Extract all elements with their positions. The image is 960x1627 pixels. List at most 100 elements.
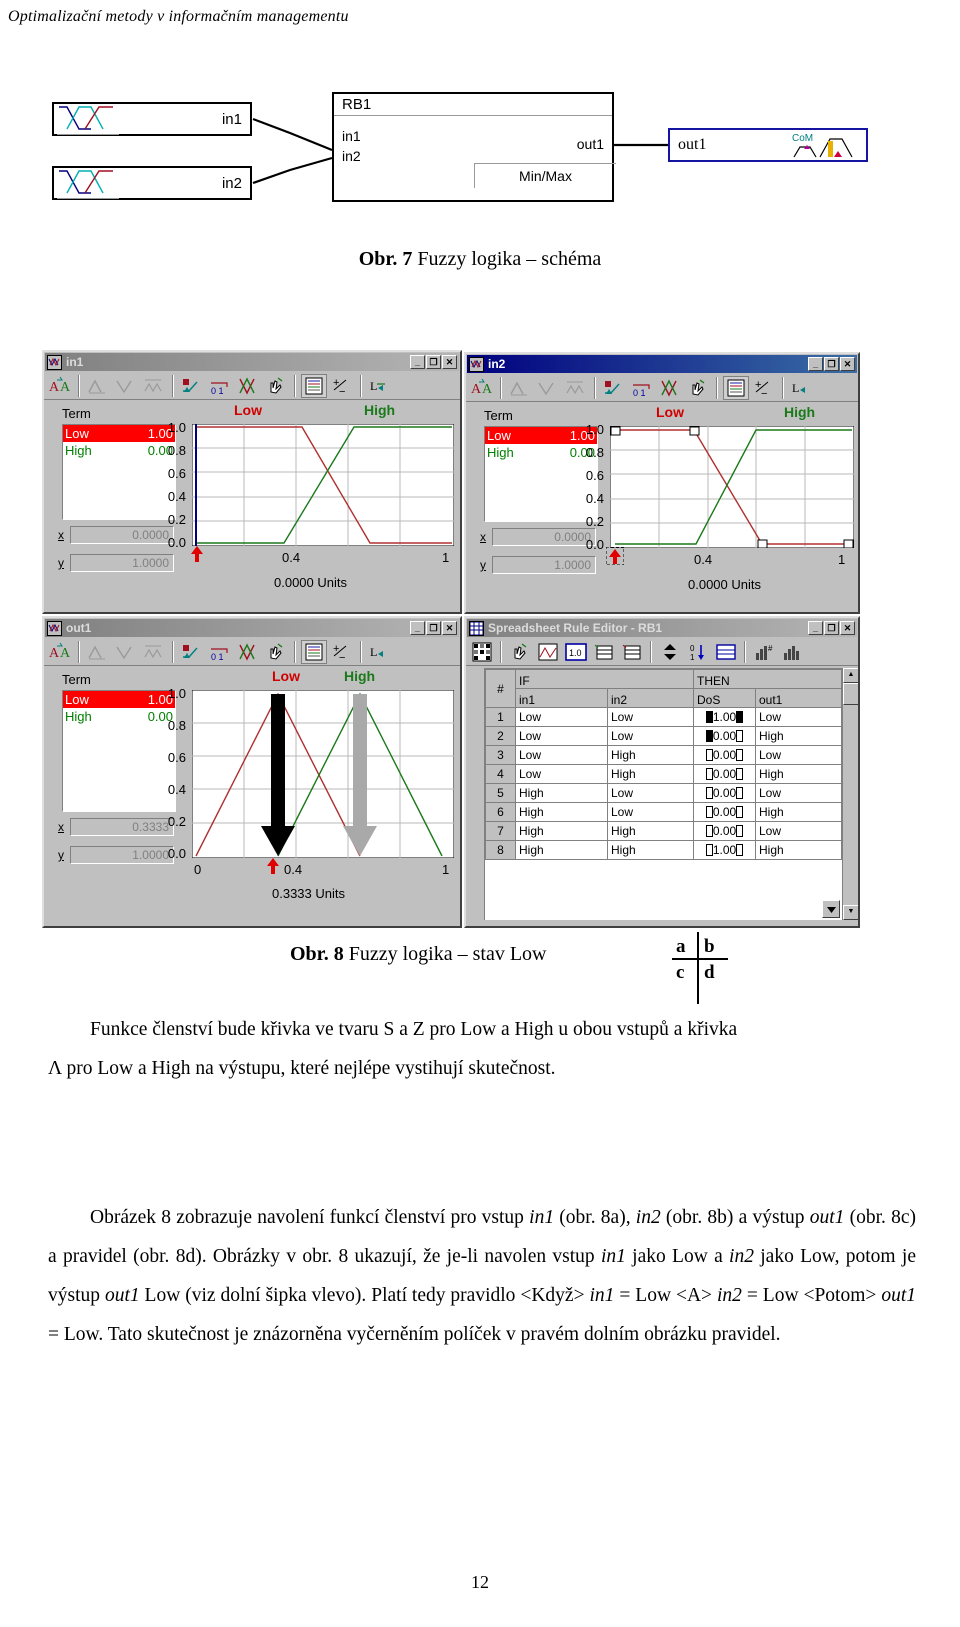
grid-toggle-icon[interactable]	[713, 640, 739, 664]
rule-in2[interactable]: Low	[607, 783, 694, 803]
maximize-button[interactable]: ❐	[426, 355, 441, 369]
range-01-icon[interactable]: 0 1	[629, 376, 655, 400]
window-in2-controls[interactable]: _ ❐ ✕	[808, 357, 855, 371]
table-view-icon[interactable]	[301, 639, 327, 664]
table-row[interactable]: 2 Low Low 0.00 High	[485, 726, 842, 746]
add-term-icon[interactable]: AA	[47, 374, 73, 398]
y-value-field[interactable]: 1.0000	[492, 556, 596, 574]
minimize-button[interactable]: _	[410, 621, 425, 635]
range-01-icon[interactable]: 0 1	[207, 640, 233, 664]
close-button[interactable]: ✕	[840, 357, 855, 371]
rule-dos[interactable]: 0.00	[693, 745, 756, 765]
window-out1-controls[interactable]: _ ❐ ✕	[410, 621, 457, 635]
curve-shape-zigzag-icon[interactable]	[563, 376, 589, 400]
dos-value-icon[interactable]: 1.0	[563, 640, 589, 664]
rule-in1[interactable]: High	[515, 802, 608, 822]
maximize-button[interactable]: ❐	[426, 621, 441, 635]
rule-dos[interactable]: 0.00	[693, 764, 756, 784]
rule-table-scrollbar[interactable]: ▲ ▼	[842, 668, 858, 920]
window-in2[interactable]: in2 _ ❐ ✕ AA 0 1 + − L Term Low 1.00 Hig…	[464, 352, 860, 614]
plot-preview-icon[interactable]	[535, 640, 561, 664]
table-row[interactable]: 7 High High 0.00 Low	[485, 821, 842, 841]
window-in2-titlebar[interactable]: in2 _ ❐ ✕	[467, 355, 857, 373]
maximize-button[interactable]: ❐	[824, 357, 839, 371]
rule-out1[interactable]: Low	[755, 745, 842, 765]
rule-in1[interactable]: Low	[515, 745, 608, 765]
window-rule-editor-titlebar[interactable]: Spreadsheet Rule Editor - RB1 _ ❐ ✕	[467, 619, 857, 637]
minimize-button[interactable]: _	[808, 621, 823, 635]
rule-table-grid[interactable]: # IF THEN in1 in2 DoS out1 1 Low Low 1.0…	[485, 669, 842, 860]
rule-out1[interactable]: Low	[755, 783, 842, 803]
crossing-curves-icon[interactable]	[235, 640, 261, 664]
sort-updown-icon[interactable]	[657, 640, 683, 664]
rule-in2[interactable]: Low	[607, 802, 694, 822]
insert-point-icon[interactable]	[179, 640, 205, 664]
curve-shape-zigzag-icon[interactable]	[141, 640, 167, 664]
histogram-hash-icon[interactable]: #	[751, 640, 777, 664]
window-out1-toolbar[interactable]: AA 0 1 + − L	[44, 638, 460, 666]
rule-out1[interactable]: Low	[755, 821, 842, 841]
rule-in2[interactable]: Low	[607, 707, 694, 727]
table-row[interactable]: 4 Low High 0.00 High	[485, 764, 842, 784]
output-block-out1[interactable]: out1 CoM	[668, 128, 868, 162]
membership-plot-in1[interactable]	[192, 424, 454, 546]
histogram-bars-icon[interactable]	[779, 640, 805, 664]
rule-dos[interactable]: 0.00	[693, 802, 756, 822]
y-value-field[interactable]: 1.0000	[70, 554, 174, 572]
window-in2-toolbar[interactable]: AA 0 1 + − L	[466, 374, 858, 402]
table-view-icon[interactable]	[301, 373, 327, 398]
range-01-icon[interactable]: 0 1	[207, 374, 233, 398]
out1-dropdown-button[interactable]	[822, 900, 840, 918]
plus-minus-icon[interactable]: + −	[751, 376, 777, 400]
rule-table[interactable]: # IF THEN in1 in2 DoS out1 1 Low Low 1.0…	[484, 668, 842, 920]
matrix-view-icon[interactable]	[469, 640, 495, 664]
cursor-arrow-icon[interactable]	[605, 546, 625, 570]
rule-in2[interactable]: High	[607, 745, 694, 765]
membership-plot-in2[interactable]	[610, 426, 854, 548]
curve-shape-v-icon[interactable]	[113, 640, 139, 664]
magic-hand-icon[interactable]	[507, 640, 533, 664]
rule-in1[interactable]: Low	[515, 707, 608, 727]
curve-shape-v-icon[interactable]	[535, 376, 561, 400]
magic-hand-icon[interactable]	[263, 374, 289, 398]
window-in1-titlebar[interactable]: in1 _ ❐ ✕	[45, 353, 459, 371]
cursor-arrow-icon[interactable]	[190, 546, 204, 567]
rule-dos[interactable]: 1.00	[693, 707, 756, 727]
curve-shape-s-icon[interactable]	[507, 376, 533, 400]
rule-out1[interactable]: High	[755, 764, 842, 784]
insert-point-icon[interactable]	[179, 374, 205, 398]
membership-plot-out1[interactable]	[192, 690, 454, 858]
window-rule-editor-controls[interactable]: _ ❐ ✕	[808, 621, 855, 635]
rule-in1[interactable]: High	[515, 821, 608, 841]
rule-in2[interactable]: High	[607, 840, 694, 860]
curve-shape-v-icon[interactable]	[113, 374, 139, 398]
table-row[interactable]: 8 High High 1.00 High	[485, 840, 842, 860]
link-variable-icon[interactable]: L	[789, 376, 815, 400]
add-term-icon[interactable]: AA	[47, 640, 73, 664]
scroll-up-button[interactable]: ▲	[843, 668, 858, 683]
rule-in2[interactable]: Low	[607, 726, 694, 746]
window-in1-controls[interactable]: _ ❐ ✕	[410, 355, 457, 369]
rule-block-rb1[interactable]: RB1 in1 in2 out1 Min/Max	[332, 92, 616, 202]
rule-dos[interactable]: 1.00	[693, 840, 756, 860]
rule-in1[interactable]: Low	[515, 764, 608, 784]
window-out1-titlebar[interactable]: out1 _ ❐ ✕	[45, 619, 459, 637]
rule-out1[interactable]: High	[755, 840, 842, 860]
window-out1[interactable]: out1 _ ❐ ✕ AA 0 1 + − L Term Low 1.00 Hi…	[42, 616, 462, 928]
plus-minus-icon[interactable]: + −	[329, 640, 355, 664]
curve-shape-s-icon[interactable]	[85, 374, 111, 398]
close-button[interactable]: ✕	[442, 621, 457, 635]
table-row[interactable]: 1 Low Low 1.00 Low	[485, 707, 842, 727]
rule-dos[interactable]: 0.00	[693, 783, 756, 803]
plus-minus-icon[interactable]: + −	[329, 374, 355, 398]
magic-hand-icon[interactable]	[263, 640, 289, 664]
rule-dos[interactable]: 0.00	[693, 726, 756, 746]
curve-shape-zigzag-icon[interactable]	[141, 374, 167, 398]
minimize-button[interactable]: _	[808, 357, 823, 371]
rule-in2[interactable]: High	[607, 764, 694, 784]
window-in1[interactable]: in1 _ ❐ ✕ AA 0 1 + − L Term Low 1.00 Hig…	[42, 350, 462, 614]
rule-out1[interactable]: High	[755, 726, 842, 746]
scroll-down-button[interactable]: ▼	[843, 905, 858, 920]
table-row[interactable]: 5 High Low 0.00 Low	[485, 783, 842, 803]
binary-sort-icon[interactable]: 01	[685, 640, 711, 664]
